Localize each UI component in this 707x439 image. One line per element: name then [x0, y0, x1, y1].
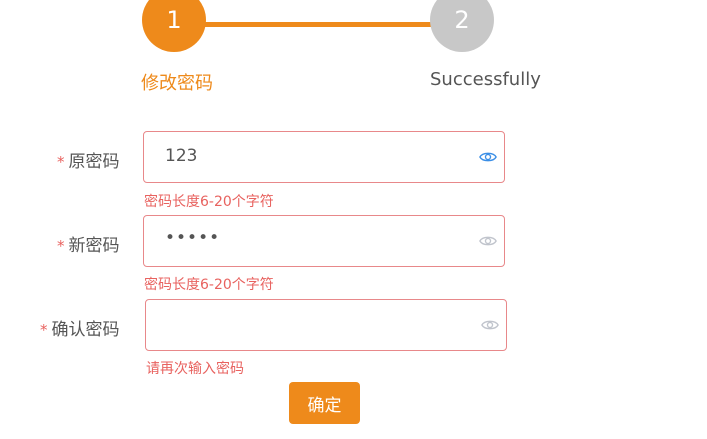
- confirm-button[interactable]: 确定: [289, 382, 360, 424]
- confirm-password-error: 请再次输入密码: [146, 361, 244, 377]
- old-password-input[interactable]: 123: [143, 131, 505, 183]
- step-2-label: Successfully: [430, 69, 541, 90]
- new-password-input[interactable]: •••••: [143, 215, 505, 267]
- new-password-label: * 新密码: [57, 231, 120, 256]
- confirm-password-label: * 确认密码: [40, 315, 120, 340]
- step-progress-line: [204, 22, 432, 27]
- confirm-password-label-text: 确认密码: [51, 320, 120, 340]
- required-mark: *: [57, 237, 65, 255]
- eye-icon[interactable]: [479, 150, 497, 164]
- step-1-number: 1: [166, 6, 182, 34]
- old-password-error: 密码长度6-20个字符: [144, 194, 274, 210]
- old-password-label-text: 原密码: [68, 152, 120, 172]
- step-2-number: 2: [454, 6, 470, 34]
- eye-icon[interactable]: [479, 234, 497, 248]
- new-password-label-text: 新密码: [68, 236, 120, 256]
- new-password-error: 密码长度6-20个字符: [144, 277, 274, 293]
- step-2-circle: 2: [430, 0, 494, 52]
- required-mark: *: [40, 321, 48, 339]
- new-password-value: •••••: [165, 228, 221, 248]
- required-mark: *: [57, 153, 65, 171]
- step-1-circle: 1: [142, 0, 206, 52]
- step-1-label: 修改密码: [141, 73, 213, 94]
- old-password-label: * 原密码: [57, 147, 120, 172]
- eye-icon[interactable]: [481, 318, 499, 332]
- confirm-password-input[interactable]: [145, 299, 507, 351]
- old-password-value: 123: [165, 146, 198, 166]
